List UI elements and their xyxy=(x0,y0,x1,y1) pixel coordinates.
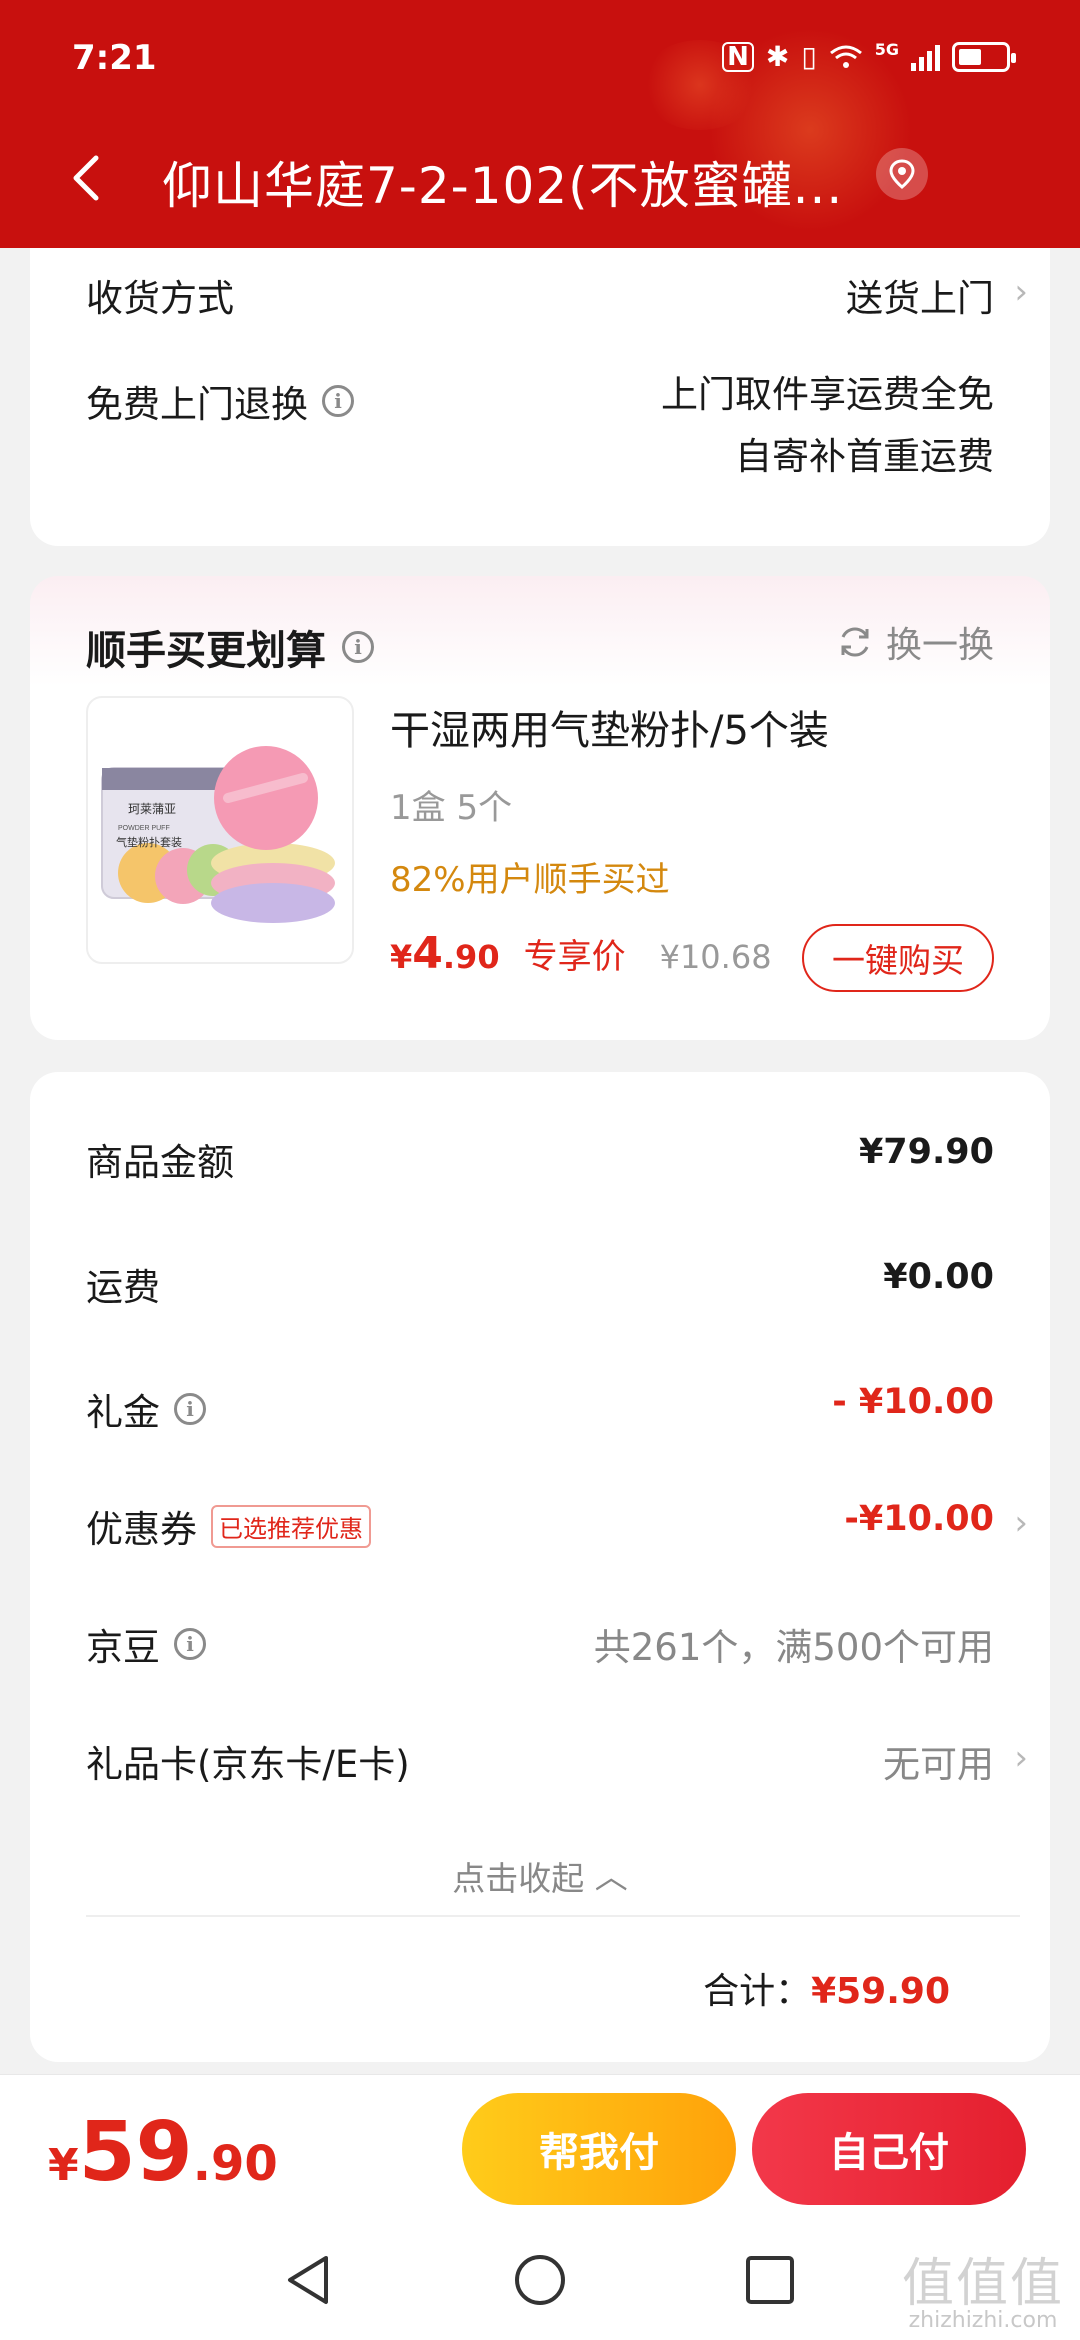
bluetooth-icon: ✱ xyxy=(765,40,790,73)
status-bar: 7:21 N ✱ ▯ 5G xyxy=(0,0,1080,120)
delivery-card: 收货方式 送货上门 › 免费上门退换 i 上门取件享运费全免 自寄补首重运费 xyxy=(30,248,1050,546)
chevron-right-icon: › xyxy=(1014,1738,1028,1778)
battery-icon xyxy=(952,41,1016,72)
location-pin-icon[interactable] xyxy=(876,148,928,200)
return-info-line2: 自寄补首重运费 xyxy=(735,435,994,478)
watermark: 值值值 zhizhizhi.com xyxy=(902,2258,1064,2332)
delivery-method-label: 收货方式 xyxy=(86,277,234,320)
product-price: ¥4.90 专享价 ¥10.68 xyxy=(390,928,772,979)
product-spec: 1盒 5个 xyxy=(390,788,513,828)
signal-icon xyxy=(911,43,940,71)
shipping-value: ¥0.00 xyxy=(883,1257,994,1297)
gift-card-value: 无可用 xyxy=(883,1743,994,1786)
info-icon[interactable]: i xyxy=(174,1393,206,1425)
goods-amount-value: ¥79.90 xyxy=(858,1132,994,1172)
status-icons: N ✱ ▯ 5G xyxy=(722,40,1016,73)
addon-title: 顺手买更划算 xyxy=(86,628,326,674)
product-popularity: 82%用户顺手买过 xyxy=(390,860,670,900)
refresh-icon xyxy=(841,627,869,657)
chevron-up-icon: ︿ xyxy=(594,1857,628,1896)
chevron-right-icon: › xyxy=(1014,272,1028,312)
total-value: ¥59.90 xyxy=(811,1971,950,2012)
total-label: 合计： xyxy=(703,1971,812,2012)
help-me-pay-button[interactable]: 帮我付 xyxy=(462,2093,736,2205)
network-type-label: 5G xyxy=(874,40,899,59)
pay-myself-button[interactable]: 自己付 xyxy=(752,2093,1026,2205)
collapse-label: 点击收起 xyxy=(452,1859,585,1898)
vibrate-icon: ▯ xyxy=(801,40,817,73)
coupon-value: -¥10.00 xyxy=(844,1499,994,1539)
header-bar: 7:21 N ✱ ▯ 5G 仰山华庭7-2-102(不放蜜罐... xyxy=(0,0,1080,248)
info-icon[interactable]: i xyxy=(342,631,374,663)
info-icon[interactable]: i xyxy=(322,385,354,417)
divider xyxy=(86,1915,1020,1917)
product-name[interactable]: 干湿两用气垫粉扑/5个装 xyxy=(390,698,829,756)
info-icon[interactable]: i xyxy=(174,1628,206,1660)
delivery-address[interactable]: 仰山华庭7-2-102(不放蜜罐... xyxy=(162,146,862,218)
product-image-cn: 气垫粉扑套装 xyxy=(116,835,182,849)
nfc-icon: N xyxy=(722,41,754,72)
delivery-method-value: 送货上门 xyxy=(846,277,994,320)
payable-symbol: ¥ xyxy=(48,2140,79,2191)
free-return-label: 免费上门退换 xyxy=(86,383,308,426)
gift-money-value: - ¥10.00 xyxy=(832,1382,994,1422)
one-click-buy-button[interactable]: 一键购买 xyxy=(802,924,994,992)
jd-beans-value: 共261个，满500个可用 xyxy=(593,1626,994,1669)
product-image-en: POWDER PUFF xyxy=(118,825,170,832)
swap-button[interactable]: 换一换 xyxy=(836,616,994,668)
collapse-toggle[interactable]: 点击收起 ︿ xyxy=(30,1852,1050,1900)
watermark-sub: zhizhizhi.com xyxy=(908,2308,1058,2333)
price-summary-card: 商品金额 ¥79.90 运费 ¥0.00 礼金 i - ¥10.00 优惠券 已… xyxy=(30,1072,1050,2062)
nav-back-icon[interactable] xyxy=(282,2252,334,2308)
price-tag: 专享价 xyxy=(523,937,626,977)
checkout-bar: ¥59.90 帮我付 自己付 xyxy=(0,2074,1080,2224)
jd-beans-label: 京豆 xyxy=(86,1626,160,1669)
system-nav-bar: 值值值 zhizhizhi.com xyxy=(0,2224,1080,2340)
coupon-label: 优惠券 xyxy=(86,1508,197,1551)
addon-card: 顺手买更划算 i 换一换 珂莱蒲亚 POWDER PUFF 气垫粉扑套装 干湿两… xyxy=(30,576,1050,1040)
gift-card-label: 礼品卡(京东卡/E卡) xyxy=(86,1743,410,1786)
coupon-badge: 已选推荐优惠 xyxy=(211,1504,371,1548)
original-price: ¥10.68 xyxy=(659,938,772,976)
nav-recent-icon[interactable] xyxy=(744,2252,796,2308)
price-symbol: ¥ xyxy=(390,938,413,976)
return-info-line1: 上门取件享运费全免 xyxy=(661,373,994,416)
nav-bar: 仰山华庭7-2-102(不放蜜罐... xyxy=(0,130,1080,230)
free-return-row: 免费上门退换 i 上门取件享运费全免 自寄补首重运费 xyxy=(86,373,994,494)
back-arrow-icon[interactable] xyxy=(58,148,118,208)
nav-home-icon[interactable] xyxy=(512,2252,568,2308)
status-time: 7:21 xyxy=(72,38,157,78)
payable-integer: 59 xyxy=(78,2105,193,2200)
payable-decimal: .90 xyxy=(192,2136,278,2192)
swap-label: 换一换 xyxy=(885,625,994,666)
price-decimal: .90 xyxy=(442,938,500,976)
price-integer: 4 xyxy=(412,928,443,979)
payable-price: ¥59.90 xyxy=(48,2105,278,2200)
product-image[interactable]: 珂莱蒲亚 POWDER PUFF 气垫粉扑套装 xyxy=(86,696,354,964)
watermark-main: 值值值 xyxy=(901,2254,1064,2314)
wifi-icon xyxy=(829,45,862,68)
product-image-brand: 珂莱蒲亚 xyxy=(128,802,176,816)
shipping-label: 运费 xyxy=(86,1266,160,1309)
goods-amount-label: 商品金额 xyxy=(86,1141,234,1184)
order-total: 合计：¥59.90 xyxy=(703,1962,950,2014)
chevron-right-icon: › xyxy=(1014,1503,1028,1543)
gift-money-label: 礼金 xyxy=(86,1391,160,1434)
